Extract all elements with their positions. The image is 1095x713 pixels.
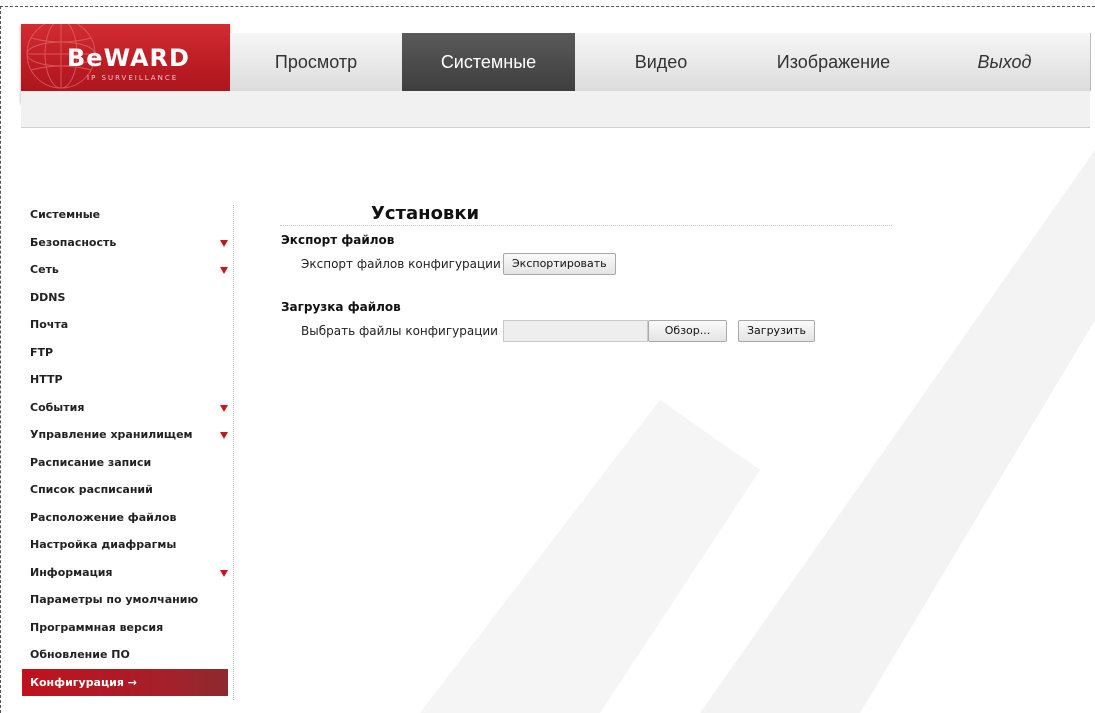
sidebar-item-security[interactable]: Безопасность (22, 229, 228, 257)
expand-arrow-icon (220, 239, 228, 247)
export-config-label: Экспорт файлов конфигурации (301, 257, 501, 271)
sidebar-item-ddns[interactable]: DDNS (22, 284, 228, 312)
sidebar-item-network[interactable]: Сеть (22, 256, 228, 284)
title-divider (280, 225, 892, 226)
expand-arrow-icon (220, 569, 228, 577)
page-title: Установки (371, 203, 480, 224)
sidebar-item-system[interactable]: Системные (22, 201, 228, 229)
expand-arrow-icon (220, 267, 228, 274)
sidebar-item-label: DDNS (30, 290, 66, 304)
select-config-label: Выбрать файлы конфигурации (301, 324, 498, 338)
sidebar-item-label: FTP (30, 345, 54, 359)
sidebar-item-defaults[interactable]: Параметры по умолчанию (22, 586, 228, 614)
sidebar-item-firmware-version[interactable]: Программная версия (22, 614, 228, 642)
sidebar-item-label: Управление хранилищем (30, 428, 193, 441)
config-file-input[interactable] (503, 320, 648, 342)
sidebar-item-info[interactable]: Информация (22, 559, 228, 587)
tab-image[interactable]: Изображение (747, 33, 920, 91)
sidebar: Системные Безопасность Сеть DDNS Почта F… (22, 201, 228, 696)
expand-arrow-icon (220, 432, 228, 439)
sidebar-item-label: HTTP (30, 373, 63, 386)
upload-section-title: Загрузка файлов (281, 300, 401, 314)
sidebar-item-label: Настройка диафрагмы (30, 538, 177, 551)
sidebar-item-configuration[interactable]: Конфигурация → (22, 668, 228, 696)
sidebar-item-label: Почта (30, 318, 69, 331)
sidebar-item-http[interactable]: HTTP (22, 366, 228, 394)
sidebar-item-label: Список расписаний (30, 483, 153, 496)
sidebar-item-schedule-list[interactable]: Список расписаний (22, 476, 228, 504)
sidebar-item-label: Конфигурация → (30, 675, 137, 689)
export-button[interactable]: Экспортировать (503, 253, 616, 275)
sidebar-item-label: Расположение файлов (30, 510, 177, 524)
sidebar-item-label: Сеть (30, 263, 59, 276)
sidebar-item-storage[interactable]: Управление хранилищем (22, 421, 228, 449)
tab-video[interactable]: Видео (575, 33, 747, 91)
expand-arrow-icon (220, 404, 228, 412)
sidebar-item-label: Параметры по умолчанию (30, 593, 199, 606)
sidebar-item-label: Информация (30, 565, 113, 579)
sidebar-item-label: Программная версия (30, 620, 164, 634)
sidebar-item-label: Безопасность (30, 235, 117, 249)
sidebar-item-ftp[interactable]: FTP (22, 339, 228, 367)
sidebar-item-file-location[interactable]: Расположение файлов (22, 504, 228, 532)
header-band (21, 91, 1090, 127)
sidebar-item-label: Обновление ПО (30, 648, 130, 661)
sidebar-item-record-schedule[interactable]: Расписание записи (22, 449, 228, 477)
sidebar-item-iris[interactable]: Настройка диафрагмы (22, 531, 228, 559)
main-nav: Просмотр Системные Видео Изображение Вых… (230, 33, 1091, 91)
sidebar-item-label: Системные (30, 208, 101, 221)
upload-button[interactable]: Загрузить (738, 320, 815, 342)
logo-text: BeWARD (67, 44, 190, 72)
sidebar-item-firmware-update[interactable]: Обновление ПО (22, 641, 228, 669)
browse-button[interactable]: Обзор... (648, 320, 727, 342)
tab-logout[interactable]: Выход (920, 33, 1089, 91)
tab-system[interactable]: Системные (402, 33, 575, 91)
logo-subtitle: IP SURVEILLANCE (87, 74, 179, 82)
tab-view[interactable]: Просмотр (230, 33, 402, 91)
sidebar-item-label: Расписание записи (30, 455, 152, 469)
sidebar-item-events[interactable]: События (22, 394, 228, 422)
sidebar-item-label: События (30, 400, 85, 414)
sidebar-item-mail[interactable]: Почта (22, 311, 228, 339)
header-divider (21, 127, 1090, 128)
export-section-title: Экспорт файлов (281, 233, 395, 247)
sidebar-divider (233, 205, 234, 700)
